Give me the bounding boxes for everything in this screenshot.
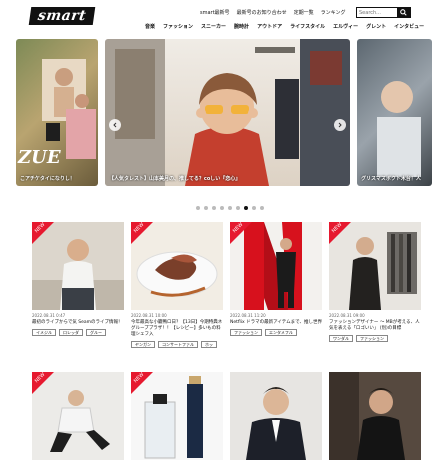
article-thumbnail[interactable]: NEW [131,372,223,460]
carousel-slide-active[interactable]: 【人気タレスト】山本美月の、推してる？coしい『恋心』 [105,39,350,186]
article-card[interactable]: NEW 2022.08.31 09:00 ファッションデザイナー 〜 MBが考え… [329,222,421,342]
article-thumbnail[interactable] [329,372,421,460]
article-tag[interactable]: ホッ [201,341,217,348]
article-title[interactable]: ファッションデザイナー 〜 MBが考える、人気を表える「ロゴいい」 (別)の目標 [329,320,421,332]
article-tags: ファッション エンタメフル [230,329,322,336]
new-badge-icon: NEW [230,222,252,244]
new-badge-icon: NEW [131,372,153,394]
article-card[interactable] [230,372,322,460]
carousel-dot[interactable] [236,206,240,210]
chevron-right-icon [338,122,342,128]
slide-caption: 【人気タレスト】山本美月の、推してる？coしい『恋心』 [109,176,241,182]
article-tag[interactable]: イメジル [32,329,56,336]
article-thumbnail[interactable]: NEW [329,222,421,310]
article-tags: ヤンガン コンサートファル ホッ [131,341,223,348]
article-tag[interactable]: ヤンガン [131,341,155,348]
nav-interview[interactable]: インタビュー [394,23,424,30]
nav-watches[interactable]: 腕時計 [234,23,249,30]
carousel-next-button[interactable] [334,119,346,131]
carousel-dot[interactable] [260,206,264,210]
thumbnail-image [230,372,322,460]
article-tags: イメジル ロレッダ グルー [32,329,124,336]
main-nav: 音楽 ファッション スニーカー 腕時計 アウトドア ライフスタイル エルヴィー … [145,23,432,30]
article-thumbnail[interactable]: NEW [32,372,124,460]
article-title[interactable]: 今年最高な小籠鴨ロ日？【13日】今期特典ネグループプラザ！！【レシピー】多いもの… [131,320,223,338]
slide-caption: グリスマスボクト木台！人 [361,176,421,182]
site-header: smart smart最新号 最新号のお知り合わせ 定期一覧 ランキング 音楽 … [0,0,432,35]
top-link-ranking[interactable]: ランキング [321,9,346,16]
article-date: 2022.08.31 09:00 [329,313,365,318]
nav-elvie[interactable]: エルヴィー [333,23,358,30]
site-logo[interactable]: smart [28,7,96,25]
carousel-dot[interactable] [212,206,216,210]
search-icon [400,9,407,16]
slide-caption: こアチケタイになりし！ [20,176,75,182]
next-slide-photo [377,81,421,177]
article-card[interactable]: NEW 2022.08.31 10:00 今年最高な小籠鴨ロ日？【13日】今期特… [131,222,223,348]
article-tag[interactable]: ロレッダ [59,329,83,336]
article-thumbnail[interactable]: NEW [230,222,322,310]
new-badge-icon: NEW [32,372,54,394]
carousel-dot[interactable] [220,206,224,210]
nav-grent[interactable]: グレント [366,23,386,30]
article-thumbnail[interactable] [230,372,322,460]
article-card[interactable]: NEW 2022.08.31 11:20 Netflix ドラマの最新アイテムま… [230,222,322,336]
top-links: smart最新号 最新号のお知り合わせ 定期一覧 ランキング [200,9,345,16]
carousel-slide-next[interactable]: グリスマスボクト木台！人 [357,39,432,186]
carousel-dot-active[interactable] [244,206,248,210]
top-link-subscription[interactable]: 定期一覧 [294,9,314,16]
article-card[interactable] [329,372,421,460]
thumbnail-image [329,372,421,460]
nav-lifestyle[interactable]: ライフスタイル [290,23,325,30]
nav-fashion[interactable]: ファッション [163,23,193,30]
top-link-latest-issue[interactable]: smart最新号 [200,9,230,16]
article-tag[interactable]: ワンダル [329,335,353,342]
article-tag[interactable]: ファッション [230,329,262,336]
article-tag[interactable]: グルー [86,329,106,336]
article-title[interactable]: Netflix ドラマの最新アイテムまで、推し世界 [230,320,322,326]
chevron-left-icon [113,122,117,128]
article-card[interactable]: NEW [32,372,124,460]
nav-outdoor[interactable]: アウトドア [257,23,282,30]
article-date: 2022.08.31 0:47 [32,313,66,318]
article-thumbnail[interactable]: NEW [131,222,223,310]
new-badge-icon: NEW [32,222,54,244]
slide-prev-big-text: ZUE [18,147,61,168]
nav-music[interactable]: 音楽 [145,23,155,30]
carousel-dot[interactable] [204,206,208,210]
carousel-dot[interactable] [228,206,232,210]
carousel-slide-prev[interactable]: ZUE こアチケタイになりし！ [16,39,98,186]
article-date: 2022.08.31 11:20 [230,313,266,318]
article-tag[interactable]: コンサートファル [158,341,198,348]
carousel-dot[interactable] [196,206,200,210]
new-badge-icon: NEW [131,222,153,244]
article-tag[interactable]: エンタメフル [265,329,297,336]
carousel-prev-button[interactable] [109,119,121,131]
article-thumbnail[interactable]: NEW [32,222,124,310]
article-card[interactable]: NEW 2022.08.31 0:47 最初のライブからで気 Seamのライブ情… [32,222,124,336]
nav-sneakers[interactable]: スニーカー [201,23,226,30]
featured-photo [105,39,350,186]
search-button[interactable] [397,8,410,17]
article-title[interactable]: 最初のライブからで気 Seamのライブ情報！ [32,320,124,326]
new-badge-icon: NEW [329,222,351,244]
article-tag[interactable]: ファッション [356,335,388,342]
search-box [356,7,411,18]
hero-carousel: ZUE こアチケタイになりし！ 【人気タレスト】山本美月の、推してる？coしい『… [0,39,432,199]
carousel-dots [196,206,264,210]
article-date: 2022.08.31 10:00 [131,313,167,318]
search-input[interactable] [357,8,397,17]
article-tags: ワンダル ファッション [329,335,421,342]
carousel-dot[interactable] [252,206,256,210]
article-card[interactable]: NEW [131,372,223,460]
top-link-announcement[interactable]: 最新号のお知り合わせ [237,9,287,16]
